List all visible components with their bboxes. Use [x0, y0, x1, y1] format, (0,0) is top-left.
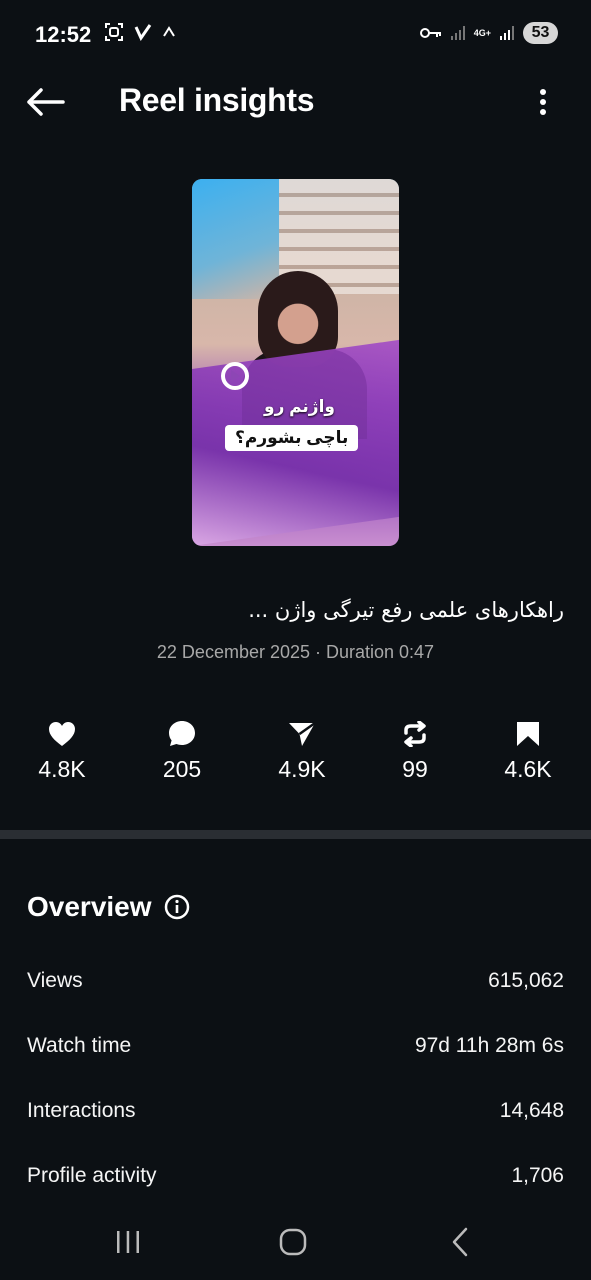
row-value: 615,062 — [488, 969, 564, 992]
signal-strength-icon — [500, 26, 514, 40]
signal-weak-icon — [450, 26, 465, 40]
row-label: Interactions — [27, 1099, 136, 1122]
arrow-left-icon — [27, 88, 65, 116]
battery-indicator: 53 — [523, 22, 558, 44]
reel-overlay-text-2: باچی بشورم؟ — [225, 425, 359, 451]
chevron-left-icon — [452, 1227, 468, 1257]
system-navigation-bar — [0, 1212, 591, 1272]
vpn-key-icon — [419, 28, 441, 38]
send-icon — [289, 721, 316, 746]
status-bar: 12:52 4G+ 53 — [0, 0, 591, 68]
reel-insights-screen: 12:52 4G+ 53 Reel insights واژنم رو باچی… — [0, 0, 591, 1280]
more-vertical-icon — [540, 89, 546, 115]
saves-count: 4.6K — [504, 756, 552, 782]
section-divider — [0, 830, 591, 839]
reel-overlay-text-1: واژنم رو — [264, 397, 335, 416]
row-value: 14,648 — [499, 1099, 564, 1122]
status-system-icons: 4G+ 53 — [419, 22, 558, 44]
overview-title: Overview — [27, 891, 152, 922]
back-button[interactable] — [22, 82, 68, 122]
v-app-icon — [134, 24, 152, 41]
reposts-count: 99 — [402, 756, 428, 782]
comments-count: 205 — [162, 756, 202, 782]
screenshot-icon — [105, 23, 123, 41]
overview-row-interactions[interactable]: Interactions 14,648 — [27, 1099, 564, 1123]
overview-row-profile-activity[interactable]: Profile activity 1,706 — [27, 1164, 564, 1188]
home-icon — [279, 1228, 307, 1256]
reel-meta: 22 December 2025 · Duration 0:47 — [156, 642, 435, 662]
caret-up-icon — [163, 26, 175, 37]
info-icon[interactable] — [164, 894, 190, 920]
system-back-button[interactable] — [430, 1222, 490, 1262]
network-type-label: 4G+ — [473, 27, 491, 38]
row-label: Views — [27, 969, 83, 992]
saves-stat: 4.6K — [483, 718, 573, 783]
overview-heading: Overview — [27, 891, 190, 923]
reel-caption: راهکارهای علمی رفع تیرگی واژن ... — [248, 598, 564, 622]
recent-apps-icon — [117, 1231, 139, 1253]
engagement-stats: 4.8K 205 4.9K 99 4.6K — [0, 718, 591, 790]
home-button[interactable] — [263, 1222, 323, 1262]
row-value: 97d 11h 28m 6s — [414, 1034, 564, 1057]
reposts-stat: 99 — [370, 718, 460, 783]
recent-apps-button[interactable] — [98, 1222, 158, 1262]
shares-count: 4.9K — [278, 756, 326, 782]
overview-row-watch-time[interactable]: Watch time 97d 11h 28m 6s — [27, 1034, 564, 1058]
page-title: Reel insights — [119, 82, 315, 118]
reel-thumbnail[interactable]: واژنم رو باچی بشورم؟ — [192, 179, 399, 546]
comments-stat: 205 — [137, 718, 227, 783]
top-app-bar: Reel insights — [0, 70, 591, 132]
heart-icon — [49, 722, 75, 746]
status-time: 12:52 — [35, 22, 92, 47]
comment-icon — [169, 721, 195, 746]
likes-count: 4.8K — [38, 756, 86, 782]
overview-row-views[interactable]: Views 615,062 — [27, 969, 564, 993]
play-icon — [221, 362, 249, 390]
bookmark-icon — [517, 722, 539, 746]
row-label: Watch time — [27, 1034, 132, 1057]
shares-stat: 4.9K — [257, 718, 347, 783]
repost-icon — [404, 721, 426, 747]
row-value: 1,706 — [511, 1164, 564, 1187]
row-label: Profile activity — [27, 1164, 157, 1187]
likes-stat: 4.8K — [17, 718, 107, 783]
status-notification-icons — [104, 22, 176, 42]
more-options-button[interactable] — [531, 82, 555, 122]
